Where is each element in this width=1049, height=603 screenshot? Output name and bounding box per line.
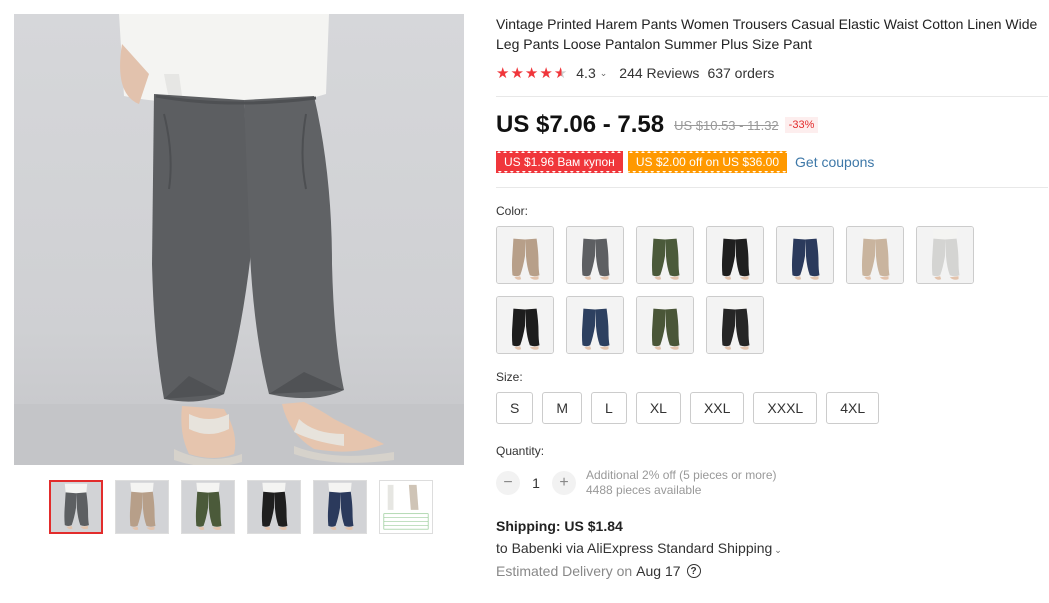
quantity-decrease-button[interactable]: − (496, 471, 520, 495)
color-swatch-navy-print[interactable] (566, 296, 624, 354)
chevron-down-icon[interactable]: ⌄ (600, 68, 608, 79)
color-swatch-beige[interactable] (846, 226, 904, 284)
divider (496, 187, 1048, 188)
rating-value[interactable]: 4.3 (576, 65, 595, 81)
shipping-method[interactable]: to Babenki via AliExpress Standard Shipp… (496, 540, 1048, 556)
size-option-xxxl[interactable]: XXXL (753, 392, 818, 424)
size-option-xxl[interactable]: XXL (689, 392, 745, 424)
rating-row: ★★★★★ 4.3 ⌄ 244 Reviews 637 orders (496, 64, 1048, 82)
coupon-new-user[interactable]: US $1.96 Вам купон (496, 150, 623, 173)
thumbnail-khaki[interactable] (115, 480, 169, 534)
pants-photo (14, 14, 464, 465)
thumbnail-navy[interactable] (313, 480, 367, 534)
quantity-increase-button[interactable]: + (552, 471, 576, 495)
color-swatch-light-gray[interactable] (916, 226, 974, 284)
coupon-store[interactable]: US $2.00 off on US $36.00 (627, 150, 788, 173)
size-option-4xl[interactable]: 4XL (826, 392, 880, 424)
thumbnail-gray[interactable] (49, 480, 103, 534)
coupon-row: US $1.96 Вам купон US $2.00 off on US $3… (496, 150, 1048, 173)
estimated-delivery: Estimated Delivery on Aug 17 ? (496, 563, 1048, 579)
color-swatch-army-green[interactable] (636, 226, 694, 284)
help-circle-icon[interactable]: ? (686, 564, 701, 578)
size-option-m[interactable]: M (542, 392, 583, 424)
star-icon: ★ (496, 65, 511, 82)
orders-count: 637 orders (707, 65, 775, 81)
color-swatch-khaki[interactable] (496, 226, 554, 284)
star-rating: ★★★★★ (496, 64, 568, 82)
size-options: S M L XL XXL XXXL 4XL (496, 392, 1048, 424)
color-swatch-green-print[interactable] (636, 296, 694, 354)
shipping-cost: Shipping: US $1.84 (496, 518, 623, 534)
original-price: US $10.53 - 11.32 (674, 117, 779, 133)
star-icon: ★ (539, 65, 554, 82)
size-option-l[interactable]: L (591, 392, 627, 424)
stock-available: 4488 pieces available (586, 483, 702, 497)
divider (496, 96, 1048, 97)
color-swatch-dark-print[interactable] (706, 296, 764, 354)
quantity-info: Additional 2% off (5 pieces or more) 448… (586, 468, 777, 498)
color-swatch-black[interactable] (706, 226, 764, 284)
bulk-discount-note: Additional 2% off (5 pieces or more) (586, 468, 777, 482)
color-swatch-gray[interactable] (566, 226, 624, 284)
discount-badge: -33% (784, 117, 819, 133)
quantity-label: Quantity: (496, 444, 545, 458)
price-row: US $7.06 - 7.58 US $10.53 - 11.32 -33% (496, 111, 1048, 139)
color-swatches (496, 226, 1048, 354)
size-option-xl[interactable]: XL (635, 392, 681, 424)
product-title: Vintage Printed Harem Pants Women Trouse… (496, 16, 1038, 52)
thumbnail-army-green[interactable] (181, 480, 235, 534)
color-swatch-black-print[interactable] (496, 296, 554, 354)
quantity-input[interactable]: 1 (520, 475, 552, 491)
thumbnail-black[interactable] (247, 480, 301, 534)
get-coupons-link[interactable]: Get coupons (795, 154, 874, 170)
thumbnail-strip (49, 480, 433, 534)
shipping-method-text[interactable]: to Babenki via AliExpress Standard Shipp… (496, 540, 772, 556)
delivery-date: Aug 17 (636, 563, 681, 579)
delivery-label: Estimated Delivery on (496, 563, 633, 579)
chevron-down-icon[interactable]: ⌄ (774, 545, 782, 555)
star-icon: ★ (524, 65, 540, 82)
product-main-image[interactable] (14, 14, 464, 465)
color-label: Color: (496, 204, 529, 218)
star-half-icon: ★ (553, 65, 569, 82)
color-swatch-navy[interactable] (776, 226, 834, 284)
current-price: US $7.06 - 7.58 (496, 111, 665, 138)
size-label: Size: (496, 370, 523, 384)
product-details: Vintage Printed Harem Pants Women Trouse… (496, 14, 1048, 579)
quantity-stepper: − 1 + Additional 2% off (5 pieces or mor… (496, 468, 1048, 498)
star-icon: ★ (510, 65, 525, 82)
size-option-s[interactable]: S (496, 392, 534, 424)
reviews-link[interactable]: 244 Reviews (619, 65, 699, 81)
thumbnail-size-chart[interactable] (379, 480, 433, 534)
